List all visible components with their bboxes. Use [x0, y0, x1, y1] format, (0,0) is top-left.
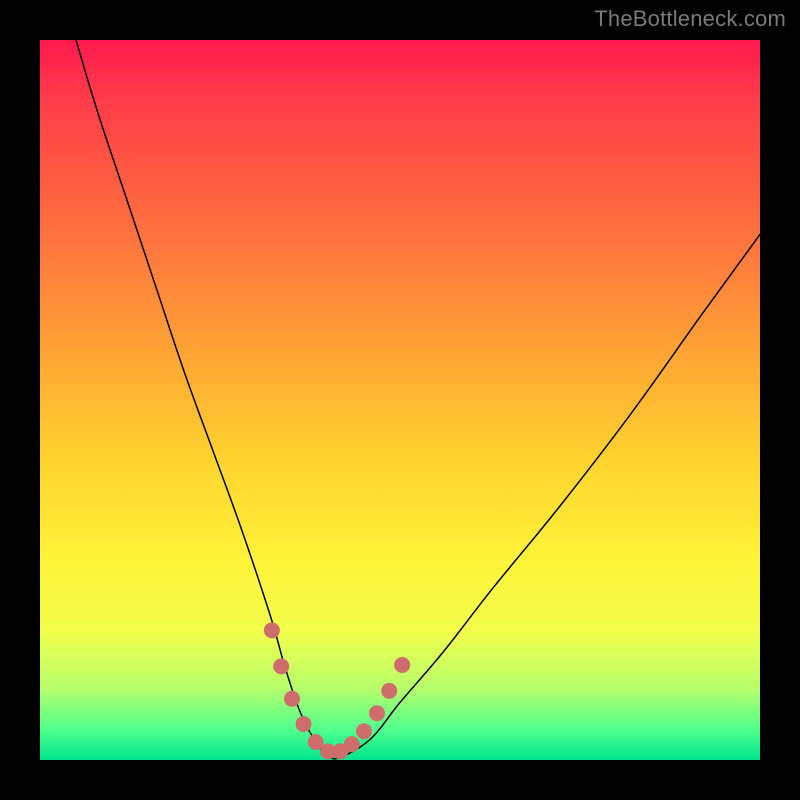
highlight-marker [369, 705, 385, 721]
highlight-marker [394, 657, 410, 673]
chart-frame: TheBottleneck.com [0, 0, 800, 800]
watermark-text: TheBottleneck.com [594, 6, 786, 32]
highlight-marker [356, 723, 372, 739]
highlight-marker [296, 716, 312, 732]
bottleneck-curve [76, 40, 760, 759]
highlight-marker [264, 622, 280, 638]
highlight-marker [344, 736, 360, 752]
chart-plot-area [40, 40, 760, 760]
highlight-markers [264, 622, 410, 759]
highlight-marker [381, 683, 397, 699]
highlight-marker [273, 658, 289, 674]
chart-svg [40, 40, 760, 760]
highlight-marker [284, 691, 300, 707]
